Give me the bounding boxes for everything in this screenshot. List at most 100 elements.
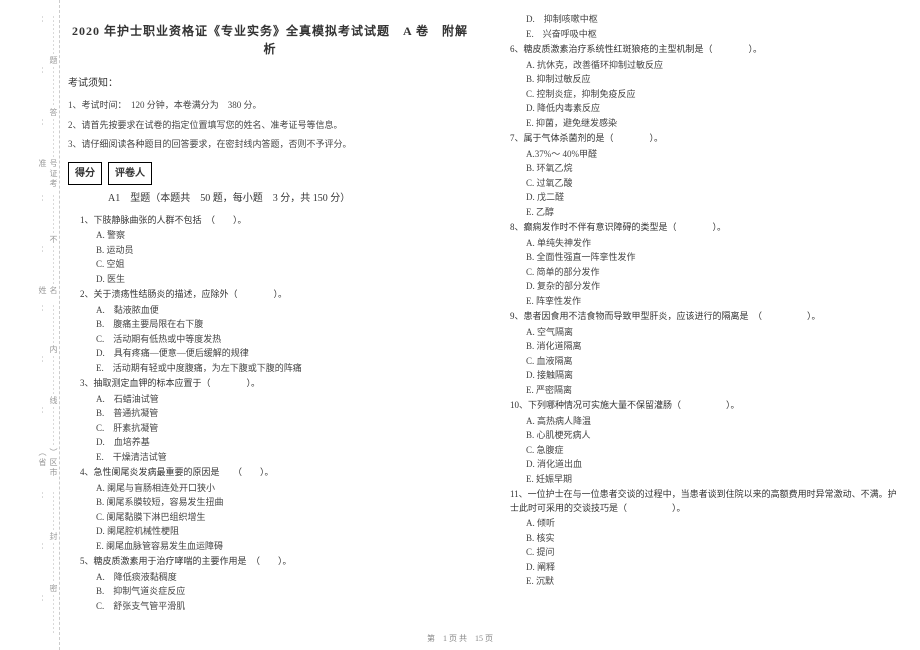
question-option: C. 活动期有低热或中等度发热 bbox=[96, 333, 472, 347]
question-stem: 4、急性阑尾炎发病最重要的原因是 （ ）。 bbox=[80, 466, 472, 480]
question-option: A. 降低痰液黏稠度 bbox=[96, 571, 472, 585]
dash-6: ︰︰︰︰︰︰ bbox=[0, 304, 59, 345]
side-label-9: 封 bbox=[0, 532, 59, 542]
notice-1: 1、考试时间： 120 分钟，本卷满分为 380 分。 bbox=[68, 99, 472, 113]
question-option: A. 阑尾与盲肠相连处开口狭小 bbox=[96, 482, 472, 496]
section-a1-title: A1 型题（本题共 50 题，每小题 3 分，共 150 分） bbox=[108, 191, 472, 206]
dash-8: ︰︰︰︰︰︰ bbox=[0, 406, 59, 447]
question-option: E. 沉默 bbox=[526, 575, 902, 589]
question-stem: 2、关于溃疡性结肠炎的描述，应除外（ ）。 bbox=[80, 288, 472, 302]
question-option: A. 倾听 bbox=[526, 517, 902, 531]
question-option: B. 阑尾系膜较短，容易发生扭曲 bbox=[96, 496, 472, 510]
exam-title: 2020 年护士职业资格证《专业实务》全真模拟考试试题 A 卷 附解析 bbox=[68, 22, 472, 58]
question-option: D. 阐释 bbox=[526, 561, 902, 575]
question-option: A. 警察 bbox=[96, 229, 472, 243]
question-stem: 11、一位护士在与一位患者交谈的过程中，当患者谈到住院以来的高额费用时异常激动、… bbox=[510, 488, 902, 515]
question-stem: 3、抽取测定血钾的标本应置于（ ）。 bbox=[80, 377, 472, 391]
left-column: 2020 年护士职业资格证《专业实务》全真模拟考试试题 A 卷 附解析 考试须知… bbox=[68, 0, 490, 650]
question-option: E. 抑菌，避免继发感染 bbox=[526, 117, 902, 131]
question-option: B. 环氧乙烷 bbox=[526, 162, 902, 176]
question-stem: 9、患者因食用不洁食物而导致甲型肝炎，应该进行的隔离是 （ ）。 bbox=[510, 310, 902, 324]
question-option: E. 严密隔离 bbox=[526, 384, 902, 398]
dash-4: ︰︰︰︰︰︰ bbox=[0, 194, 59, 235]
question-stem: 10、下列哪种情况可实施大量不保留灌肠（ ）。 bbox=[510, 399, 902, 413]
notice-2: 2、请首先按要求在试卷的指定位置填写您的姓名、准考证号等信息。 bbox=[68, 119, 472, 133]
dash-11: ︰︰︰︰︰︰ bbox=[0, 594, 59, 635]
question-stem: 5、糖皮质激素用于治疗哮喘的主要作用是 （ ）。 bbox=[80, 555, 472, 569]
question-option: B. 核实 bbox=[526, 532, 902, 546]
side-label-6: 内 bbox=[0, 345, 59, 355]
question-option: D. 降低内毒素反应 bbox=[526, 102, 902, 116]
question-option: D. 抑制咳嗽中枢 bbox=[526, 13, 902, 27]
question-option: D. 消化道出血 bbox=[526, 458, 902, 472]
question-option: C. 阑尾黏膜下淋巴组织增生 bbox=[96, 511, 472, 525]
question-option: B. 全面性强直一阵挛性发作 bbox=[526, 251, 902, 265]
question-option: A. 单纯失神发作 bbox=[526, 237, 902, 251]
binding-strip: ︰︰︰︰︰︰ 题 ︰︰︰︰︰︰ 答 ︰︰︰︰︰︰ 号证考准 ︰︰︰︰︰︰ 不 ︰… bbox=[0, 0, 60, 650]
dash-9: ︰︰︰︰︰︰ bbox=[0, 491, 59, 532]
side-label-1: 题 bbox=[0, 56, 59, 66]
scorebox: 得分 评卷人 bbox=[68, 162, 472, 185]
side-label-2: 答 bbox=[0, 108, 59, 118]
question-stem: 1、下肢静脉曲张的人群不包括 （ ）。 bbox=[80, 214, 472, 228]
question-option: E. 阑尾血脉管容易发生血运障碍 bbox=[96, 540, 472, 554]
side-label-7: 线 bbox=[0, 396, 59, 406]
question-option: B. 腹痛主要局限在右下腹 bbox=[96, 318, 472, 332]
side-label-3: 号证考准 bbox=[0, 159, 59, 193]
question-option: D. 具有疼痛—便意—便后缓解的规律 bbox=[96, 347, 472, 361]
question-option: C. 血液隔离 bbox=[526, 355, 902, 369]
question-option: A. 黏液脓血便 bbox=[96, 304, 472, 318]
question-option: C. 舒张支气管平滑肌 bbox=[96, 600, 472, 614]
question-option: B. 心肌梗死病人 bbox=[526, 429, 902, 443]
question-option: C. 肝素抗凝管 bbox=[96, 422, 472, 436]
scorebox-score-label: 得分 bbox=[68, 162, 102, 185]
page-footer: 第 1 页 共 15 页 bbox=[0, 633, 920, 644]
notice-heading: 考试须知： bbox=[68, 76, 472, 91]
question-option: D. 戊二醛 bbox=[526, 191, 902, 205]
question-option: C. 提问 bbox=[526, 546, 902, 560]
question-option: E. 乙醇 bbox=[526, 206, 902, 220]
question-stem: 8、癫痫发作时不伴有意识障碍的类型是（ ）。 bbox=[510, 221, 902, 235]
dash-7: ︰︰︰︰︰︰ bbox=[0, 355, 59, 396]
question-option: C. 急腹症 bbox=[526, 444, 902, 458]
question-option: D. 血培养基 bbox=[96, 436, 472, 450]
right-column: D. 抑制咳嗽中枢E. 兴奋呼吸中枢 6、糖皮质激素治疗系统性红斑狼疮的主型机制… bbox=[490, 0, 920, 650]
question-option: C. 空姐 bbox=[96, 258, 472, 272]
question-option: E. 干燥清洁试管 bbox=[96, 451, 472, 465]
questions-right: 6、糖皮质激素治疗系统性红斑狼疮的主型机制是（ ）。 A. 抗休克，改善循环抑制过… bbox=[498, 43, 902, 589]
side-label-8: ）区市（省 bbox=[0, 448, 59, 491]
q5-continued-opts: D. 抑制咳嗽中枢E. 兴奋呼吸中枢 bbox=[498, 13, 902, 41]
question-option: E. 妊娠早期 bbox=[526, 473, 902, 487]
question-option: C. 过氧乙酸 bbox=[526, 177, 902, 191]
question-stem: 6、糖皮质激素治疗系统性红斑狼疮的主型机制是（ ）。 bbox=[510, 43, 902, 57]
side-label-4: 不 bbox=[0, 235, 59, 245]
dash-10: ︰︰︰︰︰︰ bbox=[0, 542, 59, 583]
dash-5: ︰︰︰︰︰︰ bbox=[0, 245, 59, 286]
question-option: B. 消化道隔离 bbox=[526, 340, 902, 354]
question-option: E. 兴奋呼吸中枢 bbox=[526, 28, 902, 42]
side-label-5: 名姓 bbox=[0, 286, 59, 303]
question-option: D. 接触隔离 bbox=[526, 369, 902, 383]
question-option: B. 运动员 bbox=[96, 244, 472, 258]
question-option: A. 高热病人降温 bbox=[526, 415, 902, 429]
question-option: C. 简单的部分发作 bbox=[526, 266, 902, 280]
question-option: A. 空气隔离 bbox=[526, 326, 902, 340]
side-label-10: 密 bbox=[0, 584, 59, 594]
question-option: B. 抑制过敏反应 bbox=[526, 73, 902, 87]
dash-2: ︰︰︰︰︰︰ bbox=[0, 66, 59, 107]
question-option: A. 抗休克，改善循环抑制过敏反应 bbox=[526, 59, 902, 73]
question-option: D. 复杂的部分发作 bbox=[526, 280, 902, 294]
question-option: D. 阑尾腔机械性梗阻 bbox=[96, 525, 472, 539]
questions-left: 1、下肢静脉曲张的人群不包括 （ ）。A. 警察B. 运动员C. 空姐D. 医生… bbox=[68, 214, 472, 614]
dash-3: ︰︰︰︰︰︰ bbox=[0, 118, 59, 159]
question-option: E. 活动期有轻或中度腹痛，为左下腹或下腹的阵痛 bbox=[96, 362, 472, 376]
dash-1: ︰︰︰︰︰︰ bbox=[0, 15, 59, 56]
question-option: B. 抑制气道炎症反应 bbox=[96, 585, 472, 599]
question-option: A.37%～ 40%甲醛 bbox=[526, 148, 902, 162]
question-option: A. 石蜡油试管 bbox=[96, 393, 472, 407]
scorebox-reviewer-label: 评卷人 bbox=[108, 162, 152, 185]
question-stem: 7、属于气体杀菌剂的是（ ）。 bbox=[510, 132, 902, 146]
question-option: C. 控制炎症，抑制免疫反应 bbox=[526, 88, 902, 102]
question-option: E. 阵挛性发作 bbox=[526, 295, 902, 309]
question-option: D. 医生 bbox=[96, 273, 472, 287]
